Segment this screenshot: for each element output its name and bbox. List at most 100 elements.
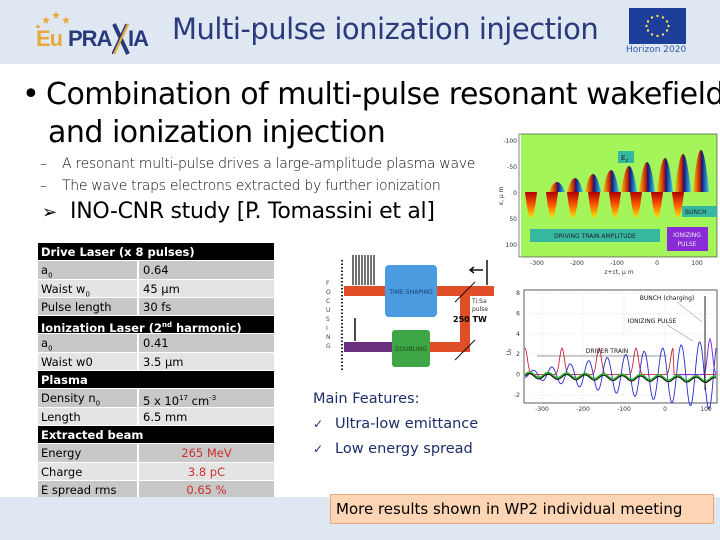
- bullet-line-1: Combination of multi-pulse resonant wake…: [46, 77, 720, 112]
- x-tick-label: 0: [655, 260, 659, 267]
- more-results-note: More results shown in WP2 individual mee…: [330, 494, 714, 524]
- logo-ia: IA: [128, 26, 149, 51]
- check-icon: ✓: [313, 417, 324, 431]
- horizon-2020-label: Horizon 2020: [626, 45, 687, 55]
- logo-eu: Eu: [36, 26, 63, 51]
- x-tick-label: -300: [535, 406, 549, 413]
- feature-text: Low energy spread: [335, 441, 473, 457]
- table-row: a0 0.41: [38, 334, 274, 353]
- dash-glyph: –: [40, 178, 47, 194]
- row-value: 5 x 1017 cm-3: [143, 394, 217, 409]
- tisa-label: Ti:Sa: [471, 298, 487, 305]
- pulse-label: pulse: [472, 306, 488, 313]
- main-features: Main Features: ✓ Ultra-low emittance ✓ Low…: [313, 391, 478, 466]
- x-ticks: -300 -200 -100 0 100: [535, 406, 712, 413]
- table-row: a0 0.64: [38, 261, 274, 280]
- potential-plot: DRIVER TRAIN BUNCH (charging) IONIZING P…: [497, 278, 720, 423]
- row-label: Charge: [38, 462, 139, 480]
- section-header-ionization-laser: Ionization Laser (2nd harmonic): [38, 316, 274, 335]
- power-label: 250 TW: [453, 315, 487, 324]
- row-label: Waist w0: [38, 352, 139, 371]
- row-label: Pulse length: [38, 297, 139, 316]
- sub-bullet-text: The wave traps electrons extracted by fu…: [62, 178, 441, 194]
- x-tick-label: -100: [610, 260, 624, 267]
- y-tick-label: 100: [506, 242, 518, 249]
- y-tick-label: 8: [516, 290, 520, 297]
- bunch-label: BUNCH: [685, 209, 707, 216]
- page-title: Multi-pulse ionization injection: [172, 12, 599, 46]
- row-value: 0.64: [143, 263, 169, 278]
- time-shaping-label: TIME-SHAPING: [388, 289, 433, 296]
- row-value: 0.41: [143, 336, 169, 351]
- row-label: E spread rms: [38, 480, 139, 499]
- eupraxia-logo: Eu PRA IA: [30, 8, 155, 60]
- x-tick-label: 100: [691, 260, 703, 267]
- x-tick-label: -100: [617, 406, 631, 413]
- driver-train-label: DRIVER TRAIN: [586, 348, 628, 355]
- row-value: 30 fs: [143, 299, 172, 314]
- stars-icon: [36, 11, 70, 28]
- ionizing-label-1: IONIZING: [673, 232, 701, 239]
- dash-glyph: –: [40, 156, 47, 172]
- sub-bullet: – The wave traps electrons extracted by f…: [40, 178, 441, 194]
- section-header-plasma: Plasma: [38, 371, 274, 390]
- parameters-table: Drive Laser (x 8 pulses) a0 0.64 Waist w…: [38, 243, 274, 518]
- row-value: 45 µm: [143, 281, 180, 296]
- x-tick-label: 100: [700, 406, 712, 413]
- ionizing-pulse-label: IONIZING PULSE: [628, 318, 677, 325]
- row-value: 3.8 pC: [187, 464, 226, 479]
- row-label: Energy: [38, 444, 139, 462]
- feature-text: Ultra-low emittance: [335, 416, 479, 432]
- table-row: Energy 265 MeV: [38, 444, 274, 463]
- y-tick-label: -50: [507, 164, 517, 171]
- wakefield-map-plot: Ez BUNCH DRIVING TRAIN AMPLITUDE IONIZIN…: [497, 126, 720, 276]
- bullet-glyph: •: [22, 77, 40, 112]
- row-label: a0: [38, 261, 139, 279]
- row-value: 0.65 %: [186, 482, 227, 497]
- section-header-extracted-beam: Extracted beam: [38, 425, 274, 445]
- row-label: a0: [38, 334, 139, 352]
- arrow-left-icon: [468, 266, 483, 274]
- row-value: 6.5 mm: [143, 409, 188, 424]
- x-tick-label: -200: [570, 260, 584, 267]
- x-tick-label: -300: [530, 260, 544, 267]
- y-tick-label: 2: [516, 351, 520, 358]
- x-tick-label: -200: [576, 406, 590, 413]
- sub-bullet-text: A resonant multi-pulse drives a large-am…: [62, 156, 476, 172]
- section-header-drive-laser: Drive Laser (x 8 pulses): [38, 243, 274, 262]
- bunch-charging-label: BUNCH (charging): [640, 295, 695, 302]
- ionizing-label-2: PULSE: [678, 241, 697, 248]
- features-title: Main Features:: [313, 391, 420, 407]
- table-row: Density n0 5 x 1017 cm-3: [38, 389, 274, 409]
- feature-item: ✓ Low energy spread: [313, 441, 478, 457]
- y-tick-label: 0: [516, 372, 520, 379]
- arrow-bullet-icon: ➢: [42, 202, 57, 223]
- sub-bullet: – A resonant multi-pulse drives a large-a…: [40, 156, 475, 172]
- y-tick-label: 50: [509, 216, 517, 223]
- table-row: Charge 3.8 pC: [38, 462, 274, 481]
- table-row: Length 6.5 mm: [38, 407, 274, 426]
- laser-setup-diagram: FOCUSING TIME-SHAPING DOUBLING Ti:Sa pul…: [300, 240, 500, 375]
- y-ticks: 8 6 4 2 0 -2: [514, 290, 520, 399]
- table-row: Pulse length 30 fs: [38, 297, 274, 317]
- row-label: Waist w0: [38, 279, 139, 297]
- row-label: Length: [38, 407, 139, 425]
- study-reference: ➢ INO-CNR study [P. Tomassini et al]: [42, 199, 435, 224]
- row-label: Density n0: [38, 389, 139, 407]
- logo-pra: PRA: [68, 26, 112, 51]
- study-text: INO-CNR study [P. Tomassini et al]: [70, 199, 435, 224]
- y-tick-label: -2: [514, 392, 520, 399]
- row-value: 265 MeV: [181, 446, 232, 461]
- doubling-label: DOUBLING: [395, 346, 427, 353]
- driving-label: DRIVING TRAIN AMPLITUDE: [554, 233, 636, 240]
- y-tick-label: 6: [516, 310, 520, 317]
- table-row: Waist w0 45 µm: [38, 279, 274, 298]
- y-tick-label: 0: [513, 190, 517, 197]
- y-ticks: -100 -50 0 50 100: [503, 138, 517, 249]
- table-row: Waist w0 3.5 µm: [38, 352, 274, 372]
- pulse-train-icon: [352, 255, 375, 285]
- focusing-label: FOCUSING: [326, 280, 331, 350]
- y-tick-label: -100: [503, 138, 517, 145]
- plot-area: [523, 289, 718, 404]
- x-tick-label: 0: [663, 406, 667, 413]
